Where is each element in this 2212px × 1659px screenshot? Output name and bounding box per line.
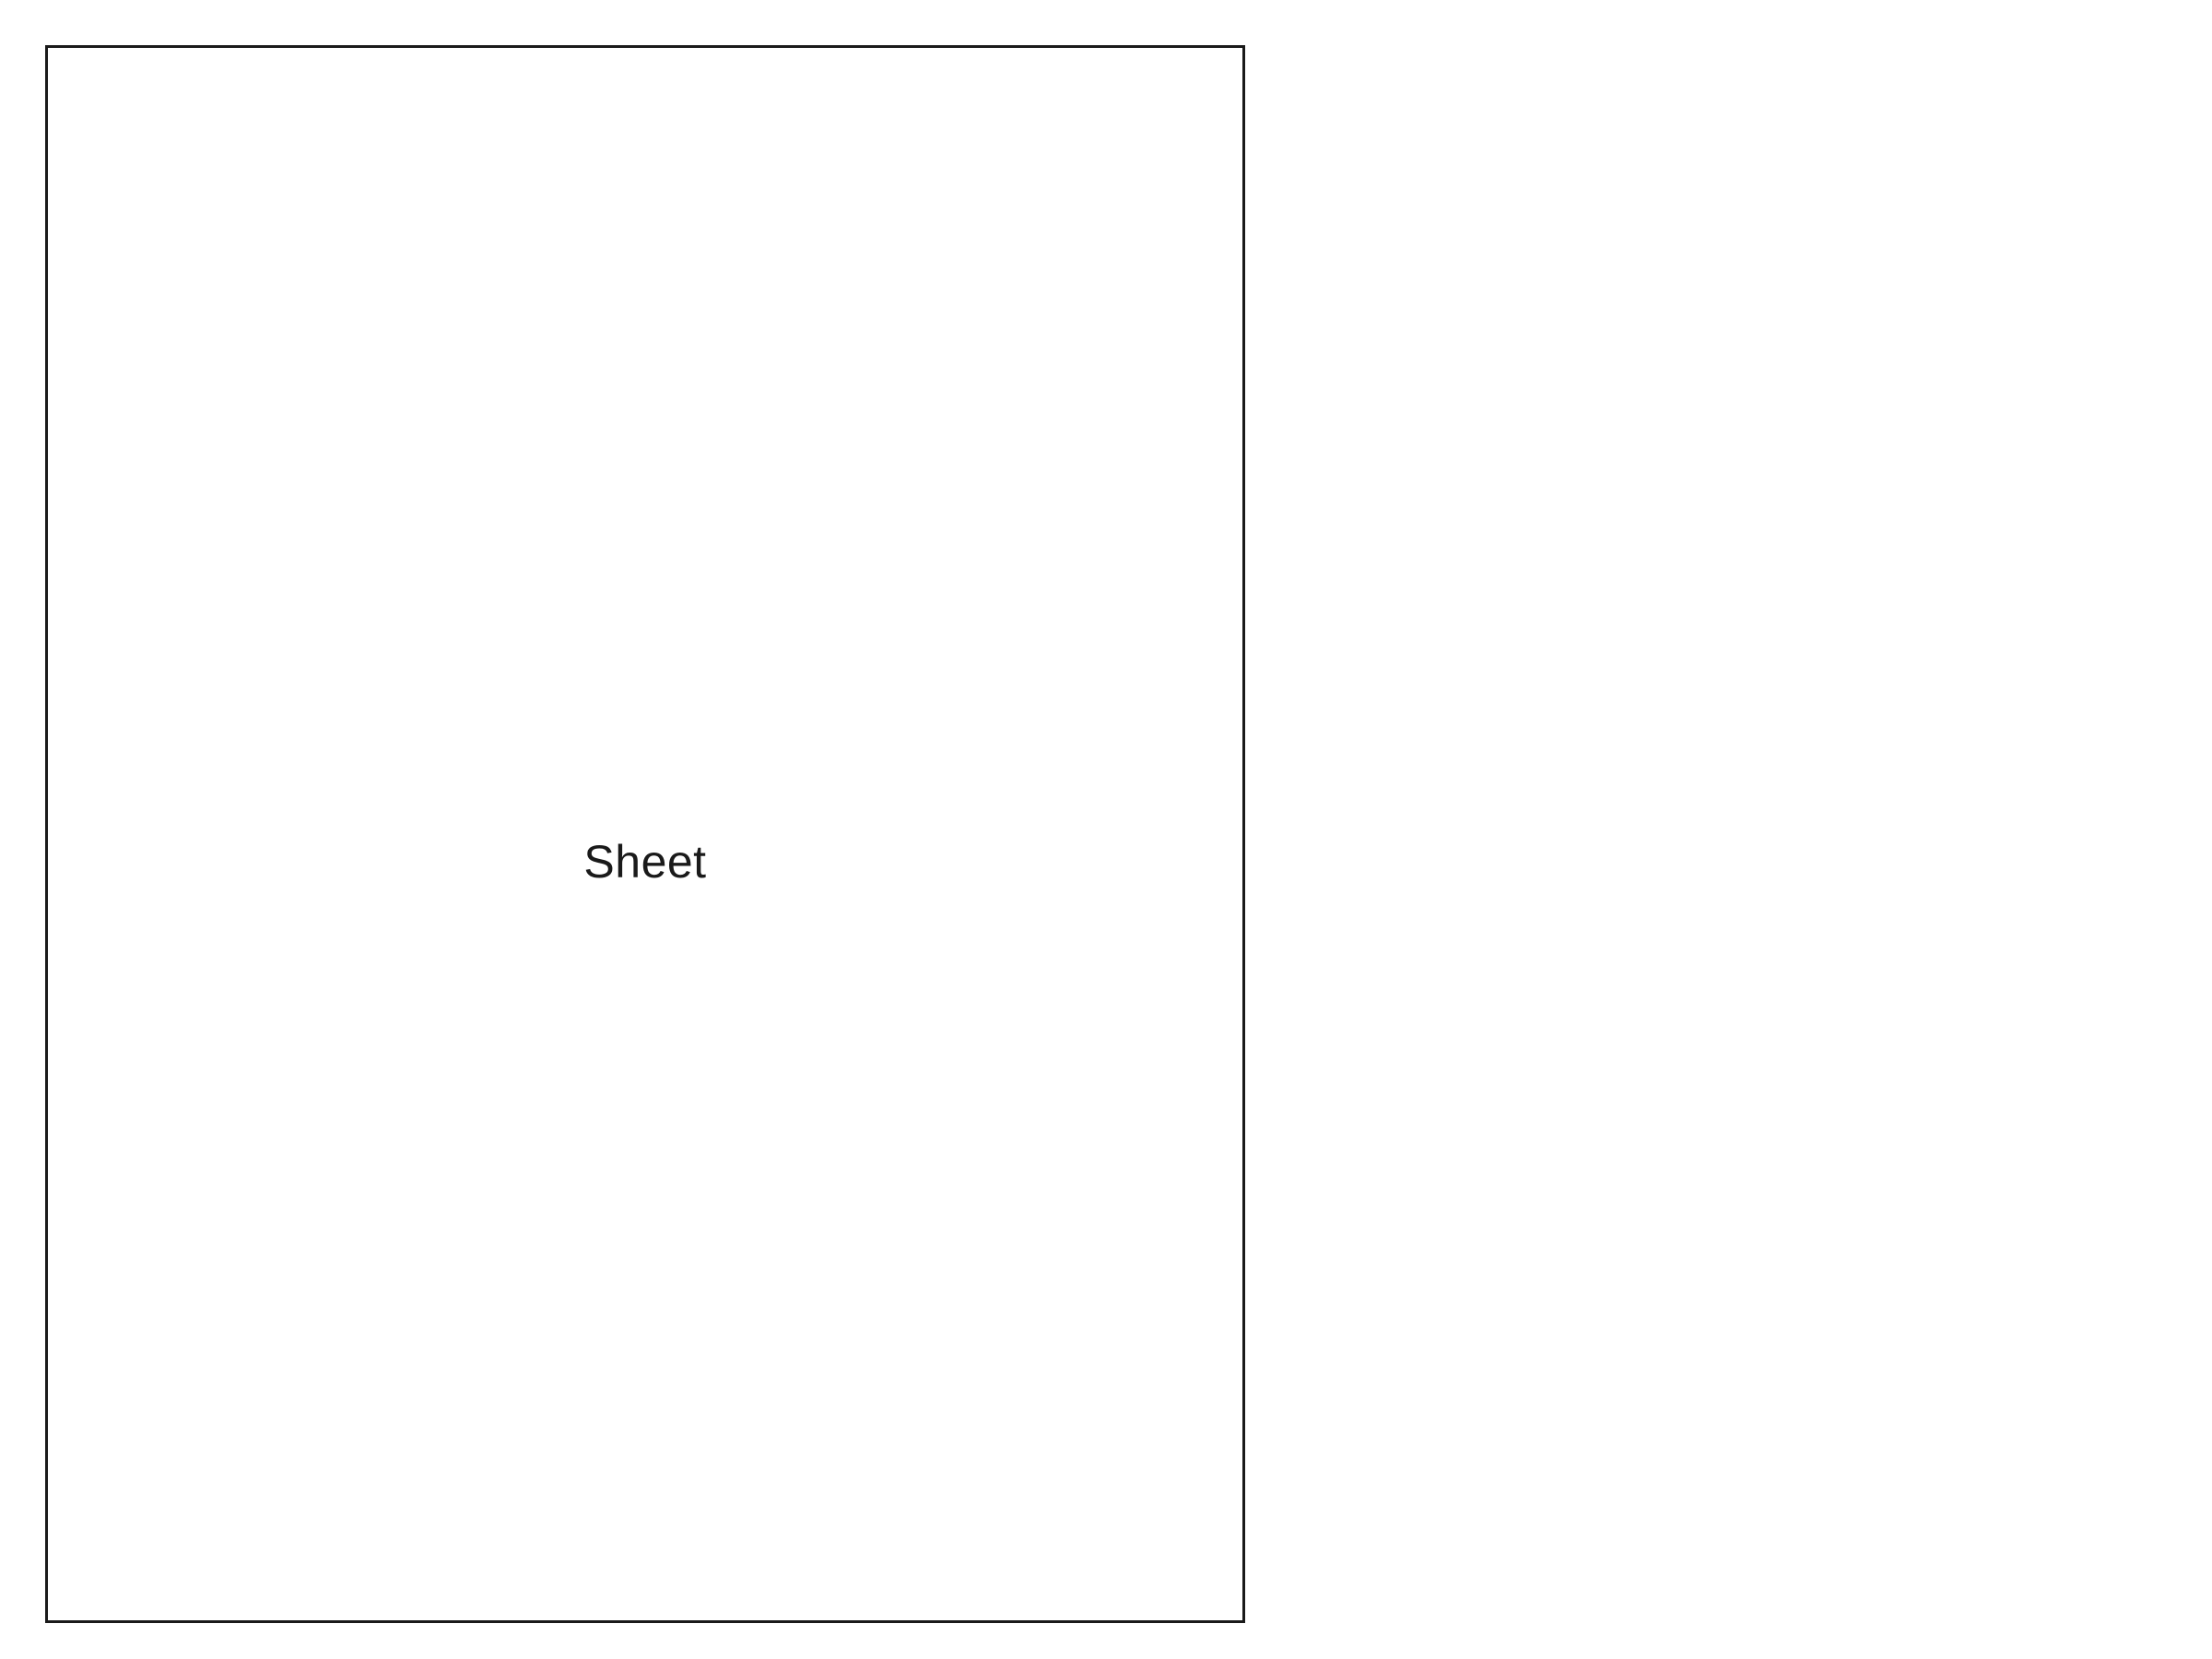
canvas: Sheet [0,0,2212,1659]
sheet-label: Sheet [583,836,707,888]
sheet-panel[interactable]: Sheet [45,45,1245,1623]
